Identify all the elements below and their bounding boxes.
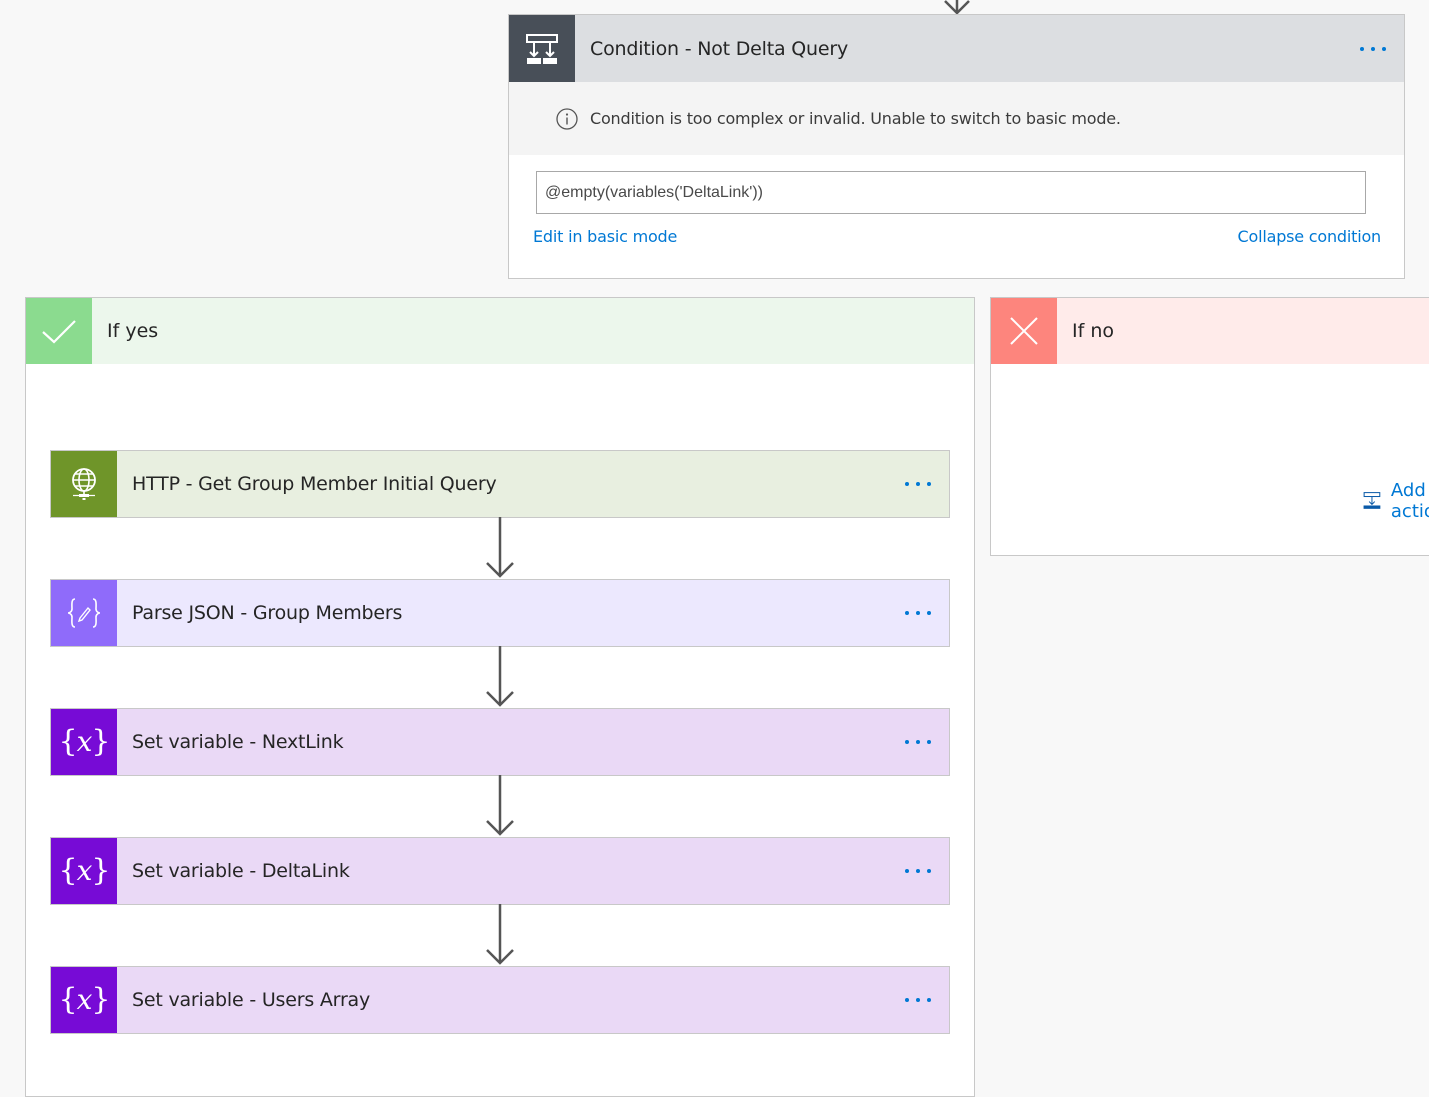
condition-icon (509, 15, 575, 82)
variable-icon: {x} (51, 838, 117, 904)
connector-arrow-icon (486, 775, 514, 836)
action-more-menu-button[interactable] (905, 863, 931, 879)
action-card-set-variable-nextlink[interactable]: {x} Set variable - NextLink (50, 708, 950, 776)
condition-card: Condition - Not Delta Query Condition is… (508, 14, 1405, 279)
action-card-http[interactable]: HTTP - Get Group Member Initial Query (50, 450, 950, 518)
condition-header[interactable]: Condition - Not Delta Query (509, 15, 1404, 82)
condition-more-menu-button[interactable] (1360, 41, 1386, 57)
edit-in-basic-mode-link[interactable]: Edit in basic mode (533, 227, 677, 246)
info-message: Condition is too complex or invalid. Una… (590, 109, 1121, 128)
condition-info-banner: Condition is too complex or invalid. Una… (509, 82, 1404, 155)
add-action-label: Add an action (1390, 480, 1429, 522)
action-more-menu-button[interactable] (905, 605, 931, 621)
action-card-set-variable-deltalink[interactable]: {x} Set variable - DeltaLink (50, 837, 950, 905)
checkmark-icon (26, 298, 92, 364)
add-action-button[interactable]: Add an action (1363, 480, 1429, 522)
connector-arrow-icon (486, 904, 514, 965)
if-no-branch: If no Add an action (990, 297, 1429, 556)
collapse-condition-link[interactable]: Collapse condition (1238, 227, 1382, 246)
action-title: Set variable - DeltaLink (132, 860, 350, 882)
action-title: HTTP - Get Group Member Initial Query (132, 473, 497, 495)
add-action-icon (1363, 492, 1381, 509)
action-title: Set variable - Users Array (132, 989, 371, 1011)
parse-json-icon (51, 580, 117, 646)
if-no-label: If no (1072, 320, 1114, 342)
action-more-menu-button[interactable] (905, 476, 931, 492)
variable-icon: {x} (51, 967, 117, 1033)
condition-expression-input[interactable]: @empty(variables('DeltaLink')) (536, 171, 1366, 214)
action-title: Set variable - NextLink (132, 731, 344, 753)
connector-arrow-icon (486, 517, 514, 578)
globe-icon (51, 451, 117, 517)
condition-title: Condition - Not Delta Query (590, 37, 849, 60)
variable-icon: {x} (51, 709, 117, 775)
if-no-header: If no (991, 298, 1429, 364)
action-title: Parse JSON - Group Members (132, 602, 403, 624)
connector-arrow-icon (486, 646, 514, 707)
if-yes-label: If yes (107, 320, 159, 342)
action-more-menu-button[interactable] (905, 992, 931, 1008)
close-icon (991, 298, 1057, 364)
info-icon (556, 107, 578, 130)
if-yes-header: If yes (26, 298, 974, 364)
action-card-parse-json[interactable]: Parse JSON - Group Members (50, 579, 950, 647)
action-more-menu-button[interactable] (905, 734, 931, 750)
action-card-set-variable-users-array[interactable]: {x} Set variable - Users Array (50, 966, 950, 1034)
